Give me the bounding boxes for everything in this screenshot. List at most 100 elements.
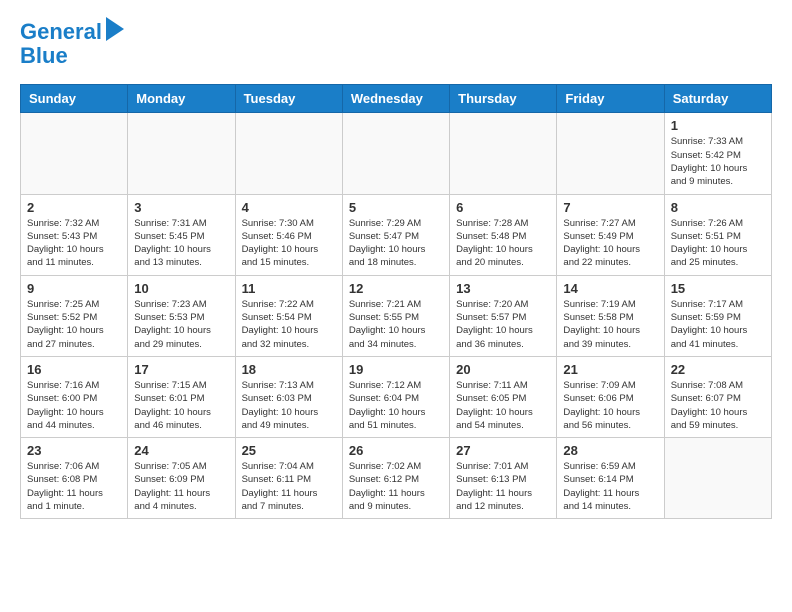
day-info: Sunrise: 7:23 AM Sunset: 5:53 PM Dayligh… (134, 298, 228, 351)
weekday-header-sunday: Sunday (21, 85, 128, 113)
day-info: Sunrise: 7:22 AM Sunset: 5:54 PM Dayligh… (242, 298, 336, 351)
calendar-cell: 1 Sunrise: 7:33 AM Sunset: 5:42 PM Daylig… (664, 113, 771, 194)
day-number: 14 (563, 281, 657, 296)
day-number: 23 (27, 443, 121, 458)
day-info: Sunrise: 7:25 AM Sunset: 5:52 PM Dayligh… (27, 298, 121, 351)
calendar-cell (557, 113, 664, 194)
calendar-cell (235, 113, 342, 194)
logo-blue: Blue (20, 44, 68, 68)
day-info: Sunrise: 7:28 AM Sunset: 5:48 PM Dayligh… (456, 217, 550, 270)
day-info: Sunrise: 7:12 AM Sunset: 6:04 PM Dayligh… (349, 379, 443, 432)
day-info: Sunrise: 7:17 AM Sunset: 5:59 PM Dayligh… (671, 298, 765, 351)
day-number: 25 (242, 443, 336, 458)
day-number: 15 (671, 281, 765, 296)
weekday-header-monday: Monday (128, 85, 235, 113)
day-number: 24 (134, 443, 228, 458)
weekday-header-saturday: Saturday (664, 85, 771, 113)
calendar-cell: 5Sunrise: 7:29 AM Sunset: 5:47 PM Daylig… (342, 194, 449, 275)
day-number: 8 (671, 200, 765, 215)
calendar-cell: 22 Sunrise: 7:08 AM Sunset: 6:07 PM Dayli… (664, 356, 771, 437)
calendar-cell: 25 Sunrise: 7:04 AM Sunset: 6:11 PM Dayli… (235, 438, 342, 519)
day-number: 16 (27, 362, 121, 377)
day-info: Sunrise: 7:16 AM Sunset: 6:00 PM Dayligh… (27, 379, 121, 432)
calendar-cell: 16 Sunrise: 7:16 AM Sunset: 6:00 PM Dayli… (21, 356, 128, 437)
calendar-cell: 10 Sunrise: 7:23 AM Sunset: 5:53 PM Dayli… (128, 275, 235, 356)
day-number: 22 (671, 362, 765, 377)
day-info: Sunrise: 6:59 AM Sunset: 6:14 PM Dayligh… (563, 460, 657, 513)
day-number: 17 (134, 362, 228, 377)
day-number: 26 (349, 443, 443, 458)
logo-text: General (20, 20, 102, 44)
day-info: Sunrise: 7:01 AM Sunset: 6:13 PM Dayligh… (456, 460, 550, 513)
calendar: SundayMondayTuesdayWednesdayThursdayFrid… (20, 84, 772, 519)
calendar-cell: 8 Sunrise: 7:26 AM Sunset: 5:51 PM Daylig… (664, 194, 771, 275)
calendar-cell: 3 Sunrise: 7:31 AM Sunset: 5:45 PM Daylig… (128, 194, 235, 275)
calendar-cell: 27 Sunrise: 7:01 AM Sunset: 6:13 PM Dayli… (450, 438, 557, 519)
day-number: 6 (456, 200, 550, 215)
calendar-cell: 14 Sunrise: 7:19 AM Sunset: 5:58 PM Dayli… (557, 275, 664, 356)
day-number: 11 (242, 281, 336, 296)
calendar-cell: 6 Sunrise: 7:28 AM Sunset: 5:48 PM Daylig… (450, 194, 557, 275)
calendar-cell: 7 Sunrise: 7:27 AM Sunset: 5:49 PM Daylig… (557, 194, 664, 275)
day-info: Sunrise: 7:31 AM Sunset: 5:45 PM Dayligh… (134, 217, 228, 270)
weekday-header-thursday: Thursday (450, 85, 557, 113)
calendar-cell: 12 Sunrise: 7:21 AM Sunset: 5:55 PM Dayli… (342, 275, 449, 356)
day-info: Sunrise: 7:13 AM Sunset: 6:03 PM Dayligh… (242, 379, 336, 432)
day-info: Sunrise: 7:19 AM Sunset: 5:58 PM Dayligh… (563, 298, 657, 351)
day-number: 12 (349, 281, 443, 296)
day-info: Sunrise: 7:06 AM Sunset: 6:08 PM Dayligh… (27, 460, 121, 513)
day-info: Sunrise: 7:33 AM Sunset: 5:42 PM Dayligh… (671, 135, 765, 188)
calendar-cell (342, 113, 449, 194)
day-info: Sunrise: 7:29 AM Sunset: 5:47 PM Dayligh… (349, 217, 443, 270)
logo-arrow-icon (106, 17, 124, 41)
day-info: Sunrise: 7:15 AM Sunset: 6:01 PM Dayligh… (134, 379, 228, 432)
day-info: Sunrise: 7:05 AM Sunset: 6:09 PM Dayligh… (134, 460, 228, 513)
day-info: Sunrise: 7:04 AM Sunset: 6:11 PM Dayligh… (242, 460, 336, 513)
day-number: 10 (134, 281, 228, 296)
weekday-header-wednesday: Wednesday (342, 85, 449, 113)
calendar-cell: 13Sunrise: 7:20 AM Sunset: 5:57 PM Dayli… (450, 275, 557, 356)
calendar-cell: 18 Sunrise: 7:13 AM Sunset: 6:03 PM Dayli… (235, 356, 342, 437)
calendar-cell: 26 Sunrise: 7:02 AM Sunset: 6:12 PM Dayli… (342, 438, 449, 519)
calendar-cell (128, 113, 235, 194)
day-number: 28 (563, 443, 657, 458)
day-number: 19 (349, 362, 443, 377)
day-info: Sunrise: 7:09 AM Sunset: 6:06 PM Dayligh… (563, 379, 657, 432)
day-number: 9 (27, 281, 121, 296)
day-info: Sunrise: 7:26 AM Sunset: 5:51 PM Dayligh… (671, 217, 765, 270)
calendar-cell: 20 Sunrise: 7:11 AM Sunset: 6:05 PM Dayli… (450, 356, 557, 437)
day-info: Sunrise: 7:30 AM Sunset: 5:46 PM Dayligh… (242, 217, 336, 270)
day-number: 1 (671, 118, 765, 133)
calendar-cell: 11 Sunrise: 7:22 AM Sunset: 5:54 PM Dayli… (235, 275, 342, 356)
day-number: 20 (456, 362, 550, 377)
calendar-cell: 24 Sunrise: 7:05 AM Sunset: 6:09 PM Dayli… (128, 438, 235, 519)
weekday-header-tuesday: Tuesday (235, 85, 342, 113)
weekday-header-friday: Friday (557, 85, 664, 113)
calendar-cell: 2Sunrise: 7:32 AM Sunset: 5:43 PM Daylig… (21, 194, 128, 275)
calendar-cell: 15 Sunrise: 7:17 AM Sunset: 5:59 PM Dayli… (664, 275, 771, 356)
day-number: 2 (27, 200, 121, 215)
day-number: 3 (134, 200, 228, 215)
day-info: Sunrise: 7:11 AM Sunset: 6:05 PM Dayligh… (456, 379, 550, 432)
calendar-cell: 28 Sunrise: 6:59 AM Sunset: 6:14 PM Dayli… (557, 438, 664, 519)
day-info: Sunrise: 7:20 AM Sunset: 5:57 PM Dayligh… (456, 298, 550, 351)
day-number: 7 (563, 200, 657, 215)
day-info: Sunrise: 7:08 AM Sunset: 6:07 PM Dayligh… (671, 379, 765, 432)
day-info: Sunrise: 7:21 AM Sunset: 5:55 PM Dayligh… (349, 298, 443, 351)
calendar-cell (21, 113, 128, 194)
day-info: Sunrise: 7:27 AM Sunset: 5:49 PM Dayligh… (563, 217, 657, 270)
calendar-cell: 4 Sunrise: 7:30 AM Sunset: 5:46 PM Daylig… (235, 194, 342, 275)
calendar-cell: 19 Sunrise: 7:12 AM Sunset: 6:04 PM Dayli… (342, 356, 449, 437)
logo: General Blue (20, 20, 124, 68)
header: General Blue (20, 20, 772, 68)
calendar-cell: 21 Sunrise: 7:09 AM Sunset: 6:06 PM Dayli… (557, 356, 664, 437)
calendar-cell (664, 438, 771, 519)
day-number: 21 (563, 362, 657, 377)
day-number: 27 (456, 443, 550, 458)
day-number: 18 (242, 362, 336, 377)
day-info: Sunrise: 7:02 AM Sunset: 6:12 PM Dayligh… (349, 460, 443, 513)
calendar-cell: 17 Sunrise: 7:15 AM Sunset: 6:01 PM Dayli… (128, 356, 235, 437)
calendar-cell (450, 113, 557, 194)
day-number: 4 (242, 200, 336, 215)
calendar-cell: 9 Sunrise: 7:25 AM Sunset: 5:52 PM Daylig… (21, 275, 128, 356)
